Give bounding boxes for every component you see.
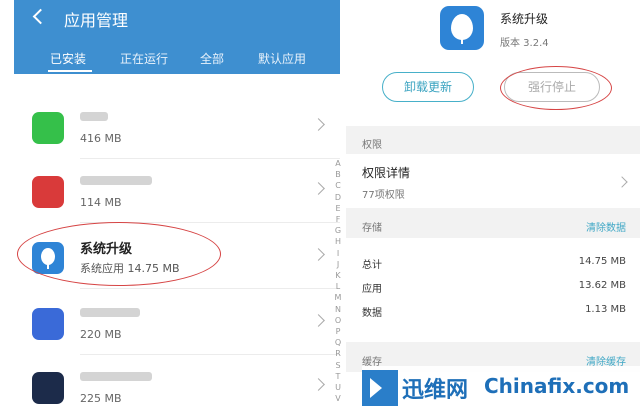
alpha-letter[interactable]: M <box>332 292 344 303</box>
alpha-letter[interactable]: E <box>332 203 344 214</box>
alpha-letter[interactable]: Q <box>332 337 344 348</box>
screenshot-stage: 应用管理 已安装 正在运行 全部 默认应用 416 MB 114 MB 系统升级… <box>0 0 640 410</box>
alpha-letter[interactable]: R <box>332 348 344 359</box>
chevron-right-icon <box>312 378 325 391</box>
blurred-app-name <box>80 308 140 317</box>
alpha-letter[interactable]: C <box>332 180 344 191</box>
alpha-letter[interactable]: J <box>332 259 344 270</box>
alpha-letter[interactable]: H <box>332 236 344 247</box>
blurred-app-name <box>80 176 152 185</box>
section-label: 权限 <box>362 140 382 151</box>
page-title: 应用管理 <box>64 11 129 30</box>
watermark: 迅维网 Chinafix.com <box>362 366 640 410</box>
chinafix-logo-icon <box>362 370 398 406</box>
storage-value: 14.75 MB <box>578 256 626 267</box>
storage-value: 1.13 MB <box>585 304 626 315</box>
app-size: 416 MB <box>80 132 122 145</box>
alpha-letter[interactable]: D <box>332 192 344 203</box>
chevron-right-icon <box>312 248 325 261</box>
watermark-cn: 迅维网 <box>402 378 469 403</box>
alphabet-index[interactable]: A B C D E F G H I J K L M N O P Q R S T … <box>332 158 344 404</box>
alpha-letter[interactable]: K <box>332 270 344 281</box>
app-version: 版本 3.2.4 <box>500 38 549 49</box>
app-management-panel: 应用管理 已安装 正在运行 全部 默认应用 416 MB 114 MB 系统升级… <box>14 0 341 410</box>
alpha-letter[interactable]: L <box>332 281 344 292</box>
list-item[interactable]: 220 MB <box>14 290 340 354</box>
list-item[interactable]: 114 MB <box>14 158 340 222</box>
alpha-letter[interactable]: A <box>332 158 344 169</box>
uninstall-updates-button[interactable]: 卸载更新 <box>382 72 474 102</box>
blue-blurred-app-icon <box>32 308 64 340</box>
permission-count: 77项权限 <box>362 190 405 201</box>
list-item[interactable]: 416 MB <box>14 94 340 158</box>
red-blurred-app-icon <box>32 176 64 208</box>
divider <box>80 288 340 289</box>
storage-label: 总计 <box>362 260 382 271</box>
section-label: 存储 <box>362 223 382 234</box>
app-detail-panel: 系统升级 版本 3.2.4 卸载更新 强行停止 权限 权限详情 77项权限 存储… <box>346 0 640 410</box>
alpha-letter[interactable]: O <box>332 315 344 326</box>
alpha-letter[interactable]: T <box>332 371 344 382</box>
permissions-section-header: 权限 <box>346 126 640 154</box>
list-item[interactable]: 225 MB <box>14 354 340 410</box>
system-update-icon <box>440 6 484 50</box>
blurred-app-name <box>80 372 152 381</box>
tab-all[interactable]: 全部 <box>200 50 224 67</box>
alpha-letter[interactable]: U <box>332 382 344 393</box>
back-arrow-icon[interactable] <box>32 10 44 26</box>
alpha-letter[interactable]: V <box>332 393 344 404</box>
storage-row-data: 数据 1.13 MB <box>362 304 626 319</box>
chevron-right-icon[interactable] <box>616 176 628 188</box>
alpha-letter[interactable]: I <box>332 248 344 259</box>
chevron-right-icon <box>312 314 325 327</box>
app-bar: 应用管理 已安装 正在运行 全部 默认应用 <box>14 0 340 74</box>
app-size: 220 MB <box>80 328 122 341</box>
alpha-letter[interactable]: P <box>332 326 344 337</box>
storage-label: 数据 <box>362 308 382 319</box>
green-blurred-app-icon <box>32 112 64 144</box>
tab-installed[interactable]: 已安装 <box>50 50 86 67</box>
chevron-right-icon <box>312 182 325 195</box>
alpha-letter[interactable]: S <box>332 360 344 371</box>
storage-row-total: 总计 14.75 MB <box>362 256 626 271</box>
storage-label: 应用 <box>362 284 382 295</box>
blurred-app-name <box>80 112 108 121</box>
alpha-letter[interactable]: F <box>332 214 344 225</box>
alpha-letter[interactable]: N <box>332 304 344 315</box>
dark-blurred-app-icon <box>32 372 64 404</box>
storage-row-app: 应用 13.62 MB <box>362 280 626 295</box>
app-size: 225 MB <box>80 392 122 405</box>
app-name: 系统升级 <box>500 12 549 26</box>
chevron-right-icon <box>312 118 325 131</box>
app-size: 114 MB <box>80 196 122 209</box>
alpha-letter[interactable]: B <box>332 169 344 180</box>
storage-section-header: 存储 清除数据 <box>346 208 640 238</box>
alpha-letter[interactable]: G <box>332 225 344 236</box>
watermark-en: Chinafix.com <box>484 374 630 398</box>
clear-data-link[interactable]: 清除数据 <box>586 219 626 234</box>
tab-running[interactable]: 正在运行 <box>120 50 168 67</box>
active-tab-indicator <box>48 70 92 72</box>
red-highlight-ellipse <box>17 222 221 286</box>
permission-details-label[interactable]: 权限详情 <box>362 164 410 181</box>
tab-default-apps[interactable]: 默认应用 <box>258 50 306 67</box>
storage-value: 13.62 MB <box>578 280 626 291</box>
red-highlight-ellipse <box>500 66 612 110</box>
